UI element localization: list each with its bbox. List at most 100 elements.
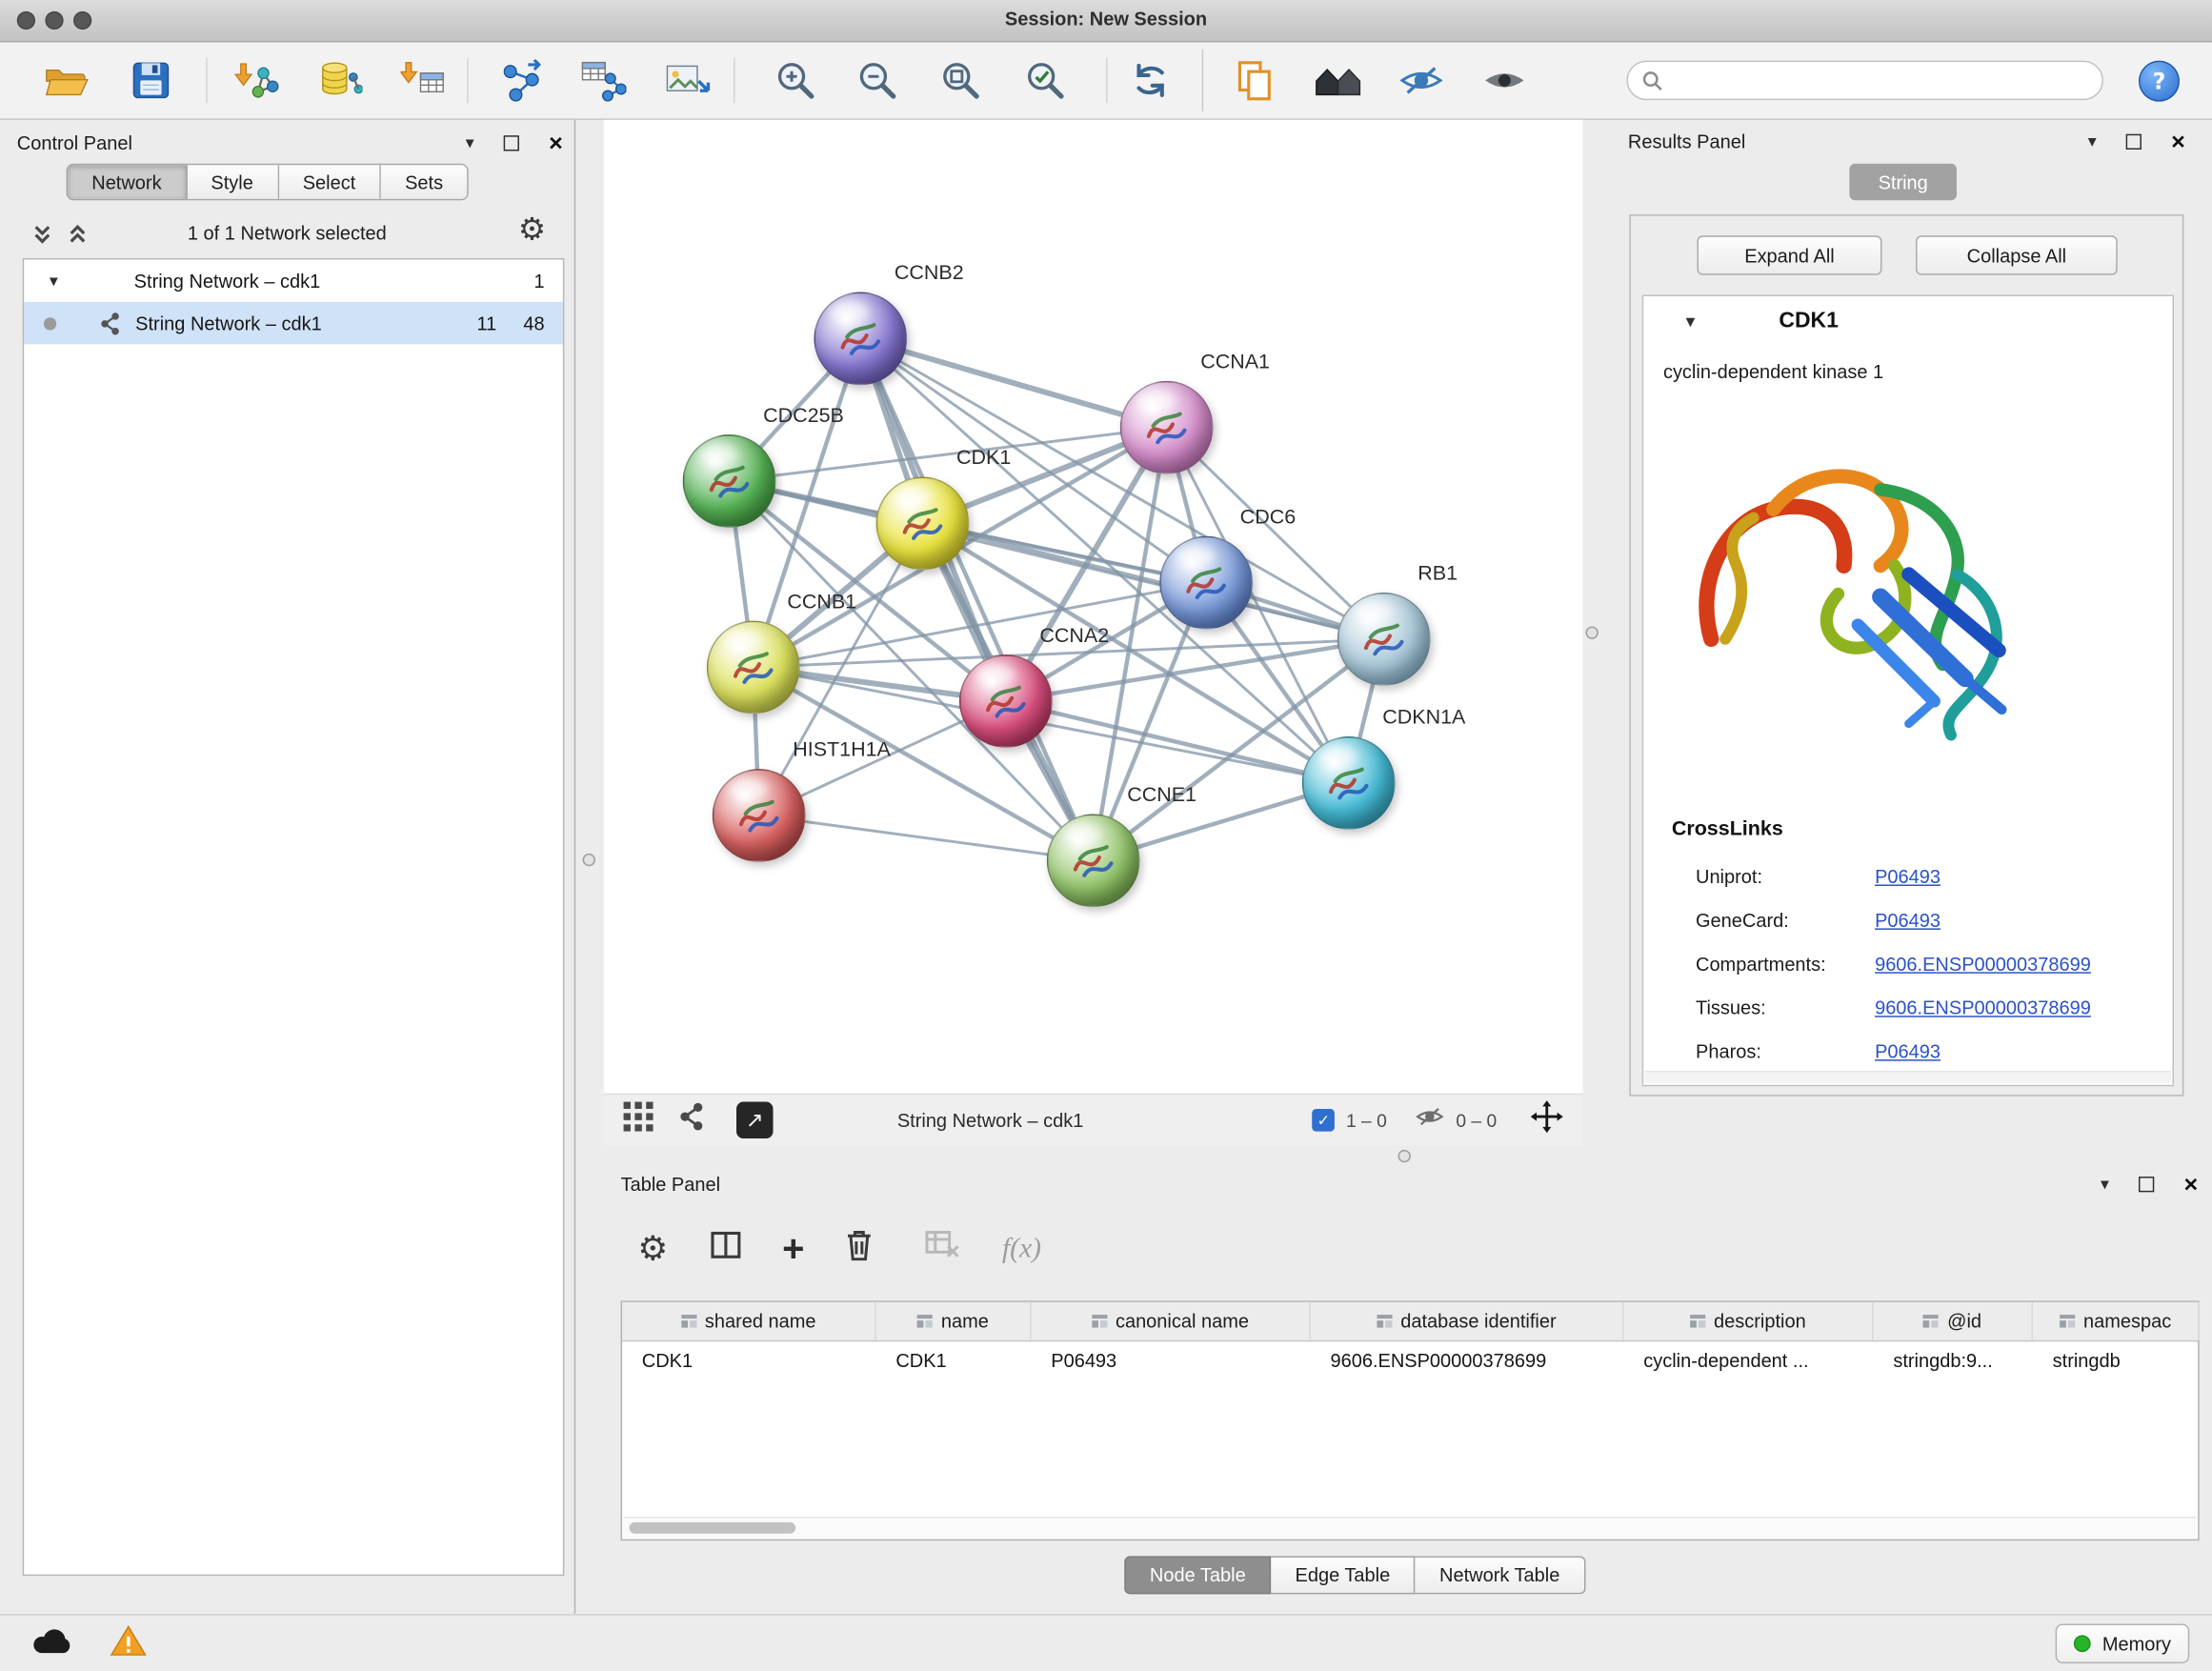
float-panel-icon[interactable]: [2126, 133, 2142, 149]
network-node-hist1h1a[interactable]: [713, 769, 806, 862]
duplicate-network-button[interactable]: [1223, 50, 1285, 111]
tab-style[interactable]: Style: [187, 165, 278, 199]
network-edge[interactable]: [860, 338, 1093, 860]
network-node-cdkn1a[interactable]: [1302, 736, 1396, 830]
tab-string[interactable]: String: [1849, 164, 1957, 201]
network-node-ccne1[interactable]: [1047, 814, 1140, 907]
table-horizontal-scrollbar[interactable]: [624, 1517, 2197, 1538]
table-cell[interactable]: cyclin-dependent ...: [1623, 1350, 1873, 1371]
import-network-from-database-button[interactable]: [309, 50, 371, 111]
network-row[interactable]: String Network – cdk1 11 48: [24, 302, 563, 344]
network-node-cdc6[interactable]: [1159, 536, 1253, 630]
zoom-fit-button[interactable]: [930, 50, 992, 111]
expand-all-button[interactable]: Expand All: [1697, 235, 1881, 274]
selected-checkbox-icon[interactable]: ✓: [1312, 1109, 1335, 1132]
hidden-items-button[interactable]: [1415, 1106, 1444, 1135]
show-columns-button[interactable]: [709, 1230, 741, 1267]
birdseye-grid-button[interactable]: [624, 1102, 654, 1139]
table-cell[interactable]: stringdb:9...: [1874, 1350, 2033, 1371]
column-header-name[interactable]: name: [876, 1302, 1032, 1340]
tab-select[interactable]: Select: [279, 165, 381, 199]
import-table-from-file-button[interactable]: [392, 50, 454, 111]
tree-caret-icon[interactable]: ▾: [50, 271, 70, 291]
close-panel-icon[interactable]: ×: [549, 131, 563, 154]
table-cell[interactable]: CDK1: [622, 1350, 876, 1371]
search-input[interactable]: [1673, 70, 2087, 91]
help-button[interactable]: ?: [2139, 60, 2180, 101]
network-edge[interactable]: [759, 815, 1094, 860]
table-cell[interactable]: stringdb: [2033, 1350, 2200, 1371]
save-session-button[interactable]: [120, 50, 182, 111]
network-edge[interactable]: [860, 338, 1166, 427]
zoom-in-button[interactable]: [765, 50, 827, 111]
panel-menu-icon[interactable]: ▾: [466, 132, 474, 152]
network-node-rb1[interactable]: [1337, 593, 1431, 686]
table-cell[interactable]: CDK1: [876, 1350, 1032, 1371]
export-image-button[interactable]: [656, 50, 718, 111]
protein-collapse-caret-icon[interactable]: ▾: [1686, 312, 1696, 332]
function-builder-button[interactable]: f(x): [1002, 1233, 1041, 1265]
crosslink-value-link[interactable]: P06493: [1875, 1041, 1941, 1062]
results-horizontal-scrollbar[interactable]: [1645, 1071, 2171, 1083]
crosslink-value-link[interactable]: 9606.ENSP00000378699: [1875, 954, 2091, 975]
network-overview-button[interactable]: [675, 1102, 705, 1139]
scrollbar-thumb[interactable]: [629, 1522, 795, 1534]
hide-selected-button[interactable]: [1390, 50, 1452, 111]
search-field[interactable]: [1626, 61, 2103, 100]
close-panel-icon[interactable]: ×: [2183, 1172, 2198, 1196]
table-options-gear-button[interactable]: ⚙: [637, 1232, 668, 1266]
fit-content-button[interactable]: [1531, 1100, 1563, 1139]
float-panel-icon[interactable]: [2139, 1176, 2154, 1191]
tab-network-table[interactable]: Network Table: [1416, 1556, 1585, 1594]
left-splitter-grip[interactable]: [583, 854, 595, 866]
crosslink-label: GeneCard:: [1696, 910, 1875, 931]
new-network-button[interactable]: [490, 50, 552, 111]
show-all-button[interactable]: [1473, 50, 1535, 111]
panel-menu-icon[interactable]: ▾: [2101, 1174, 2109, 1194]
float-panel-icon[interactable]: [504, 134, 519, 150]
collapse-all-button[interactable]: Collapse All: [1916, 235, 2118, 274]
detach-view-button[interactable]: ↗: [736, 1102, 774, 1139]
tab-network[interactable]: Network: [68, 165, 187, 199]
zoom-out-button[interactable]: [847, 50, 909, 111]
cloud-sync-button[interactable]: [29, 1624, 75, 1662]
column-header-database-identifier[interactable]: database identifier: [1311, 1302, 1624, 1340]
table-cell[interactable]: 9606.ENSP00000378699: [1311, 1350, 1624, 1371]
home-views-button[interactable]: [1306, 50, 1368, 111]
network-node-ccnb1[interactable]: [707, 621, 800, 715]
close-panel-icon[interactable]: ×: [2171, 129, 2185, 152]
import-network-from-file-button[interactable]: [226, 50, 288, 111]
network-options-gear-button[interactable]: ⚙: [518, 216, 546, 248]
network-node-ccna2[interactable]: [959, 654, 1053, 748]
crosslink-value-link[interactable]: 9606.ENSP00000378699: [1875, 997, 2091, 1018]
delete-columns-button[interactable]: [845, 1228, 874, 1269]
tab-edge-table[interactable]: Edge Table: [1271, 1556, 1416, 1594]
open-session-button[interactable]: [34, 50, 96, 111]
crosslink-value-link[interactable]: P06493: [1875, 910, 1941, 931]
column-header--id[interactable]: @id: [1874, 1302, 2033, 1340]
network-node-cdk1[interactable]: [876, 477, 970, 571]
column-header-description[interactable]: description: [1623, 1302, 1873, 1340]
memory-button[interactable]: Memory: [2056, 1623, 2189, 1662]
table-cell[interactable]: P06493: [1032, 1350, 1311, 1371]
tab-sets[interactable]: Sets: [381, 165, 467, 199]
column-header-canonical-name[interactable]: canonical name: [1032, 1302, 1311, 1340]
network-node-ccnb2[interactable]: [814, 292, 907, 386]
network-collection-row[interactable]: ▾ String Network – cdk1 1: [24, 259, 563, 301]
tab-node-table[interactable]: Node Table: [1124, 1556, 1271, 1594]
panel-menu-icon[interactable]: ▾: [2088, 131, 2097, 151]
new-network-from-table-button[interactable]: [573, 50, 634, 111]
network-view-canvas[interactable]: CCNB2CCNA1CDC25BCDK1CDC6RB1CCNB1CCNA2CDK…: [604, 120, 1583, 1094]
right-splitter-grip[interactable]: [1585, 627, 1598, 639]
network-node-ccna1[interactable]: [1120, 381, 1214, 474]
column-header-shared-name[interactable]: shared name: [622, 1302, 876, 1340]
refresh-view-button[interactable]: [1118, 50, 1180, 111]
zoom-selected-button[interactable]: [1015, 50, 1076, 111]
bottom-splitter-grip[interactable]: [1398, 1150, 1411, 1162]
network-node-cdc25b[interactable]: [683, 434, 776, 528]
column-header-namespac[interactable]: namespac: [2033, 1302, 2200, 1340]
create-column-button[interactable]: +: [782, 1230, 804, 1268]
warnings-button[interactable]: [111, 1623, 148, 1664]
table-row[interactable]: CDK1CDK1P064939606.ENSP00000378699cyclin…: [622, 1341, 2198, 1379]
crosslink-value-link[interactable]: P06493: [1875, 866, 1941, 887]
